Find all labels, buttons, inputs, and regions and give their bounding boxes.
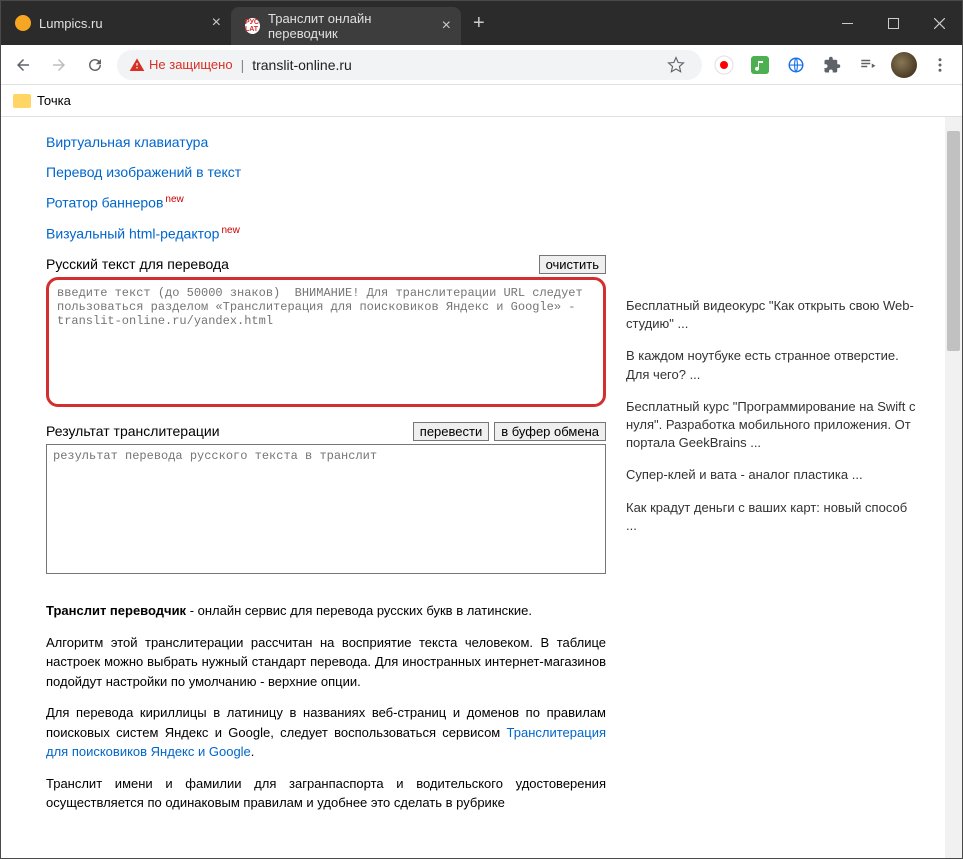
warning-text: Не защищено (149, 57, 233, 72)
close-icon[interactable]: × (212, 14, 221, 32)
music-icon[interactable] (746, 51, 774, 79)
menu-button[interactable] (926, 51, 954, 79)
input-section-header: Русский текст для перевода очистить (46, 255, 606, 274)
separator: | (241, 57, 245, 73)
source-textarea[interactable] (46, 277, 606, 407)
back-button[interactable] (9, 51, 37, 79)
url-text: translit-online.ru (252, 57, 352, 73)
scrollbar-thumb[interactable] (947, 131, 960, 351)
sidebar-item[interactable]: Бесплатный курс "Программирование на Swi… (626, 398, 916, 453)
page-content: Перевод с транслита на русский Виртуальн… (1, 117, 945, 858)
close-icon[interactable]: × (442, 17, 451, 35)
result-textarea[interactable] (46, 444, 606, 574)
globe-icon[interactable] (782, 51, 810, 79)
sidebar-item[interactable]: Супер-клей и вата - аналог пластика ... (626, 466, 916, 484)
translate-button[interactable]: перевести (413, 422, 489, 441)
nav-link-ocr[interactable]: Перевод изображений в текст (46, 164, 606, 180)
sidebar-ads: Бесплатный видеокурс "Как открыть свою W… (626, 127, 916, 825)
folder-icon (13, 94, 31, 108)
profile-avatar[interactable] (890, 51, 918, 79)
close-button[interactable] (916, 1, 962, 45)
favicon-icon: РУС LAT (245, 18, 260, 34)
vertical-scrollbar[interactable] (945, 117, 962, 858)
reading-list-icon[interactable] (854, 51, 882, 79)
favicon-icon (15, 15, 31, 31)
warning-icon (129, 57, 145, 73)
security-warning: Не защищено (129, 57, 233, 73)
article-body: Транслит переводчик - онлайн сервис для … (46, 601, 606, 813)
nav-link-banner-rotator[interactable]: Ротатор баннеровnew (46, 194, 606, 211)
sidebar-item[interactable]: Как крадут деньги с ваших карт: новый сп… (626, 499, 916, 535)
extensions-icon[interactable] (818, 51, 846, 79)
tab-title: Lumpics.ru (39, 16, 103, 31)
yandex-icon[interactable] (710, 51, 738, 79)
maximize-button[interactable] (870, 1, 916, 45)
copy-button[interactable]: в буфер обмена (494, 422, 606, 441)
forward-button[interactable] (45, 51, 73, 79)
titlebar: Lumpics.ru × РУС LAT Транслит онлайн пер… (1, 1, 962, 45)
tab-title: Транслит онлайн переводчик (268, 11, 434, 41)
nav-link-keyboard[interactable]: Виртуальная клавиатура (46, 134, 606, 150)
input-label: Русский текст для перевода (46, 256, 229, 272)
output-label: Результат транслитерации (46, 423, 220, 439)
tab-translit[interactable]: РУС LAT Транслит онлайн переводчик × (231, 7, 461, 45)
minimize-button[interactable] (824, 1, 870, 45)
tab-lumpics[interactable]: Lumpics.ru × (1, 1, 231, 45)
window-controls (824, 1, 962, 45)
clear-button[interactable]: очистить (539, 255, 606, 274)
reload-button[interactable] (81, 51, 109, 79)
nav-link-html-editor[interactable]: Визуальный html-редакторnew (46, 225, 606, 242)
star-icon[interactable] (662, 51, 690, 79)
browser-toolbar: Не защищено | translit-online.ru (1, 45, 962, 85)
bookmarks-bar: Точка (1, 85, 962, 117)
new-badge: new (221, 225, 239, 236)
sidebar-item[interactable]: Бесплатный видеокурс "Как открыть свою W… (626, 297, 916, 333)
bookmark-item[interactable]: Точка (37, 93, 71, 108)
new-badge: new (165, 194, 183, 205)
article-title: Транслит переводчик (46, 603, 186, 618)
address-bar[interactable]: Не защищено | translit-online.ru (117, 50, 702, 80)
new-tab-button[interactable]: + (461, 1, 497, 45)
output-section-header: Результат транслитерации перевести в буф… (46, 422, 606, 441)
sidebar-item[interactable]: В каждом ноутбуке есть странное отверсти… (626, 347, 916, 383)
nav-link-translit-to-russian[interactable]: Перевод с транслита на русский (46, 119, 606, 120)
